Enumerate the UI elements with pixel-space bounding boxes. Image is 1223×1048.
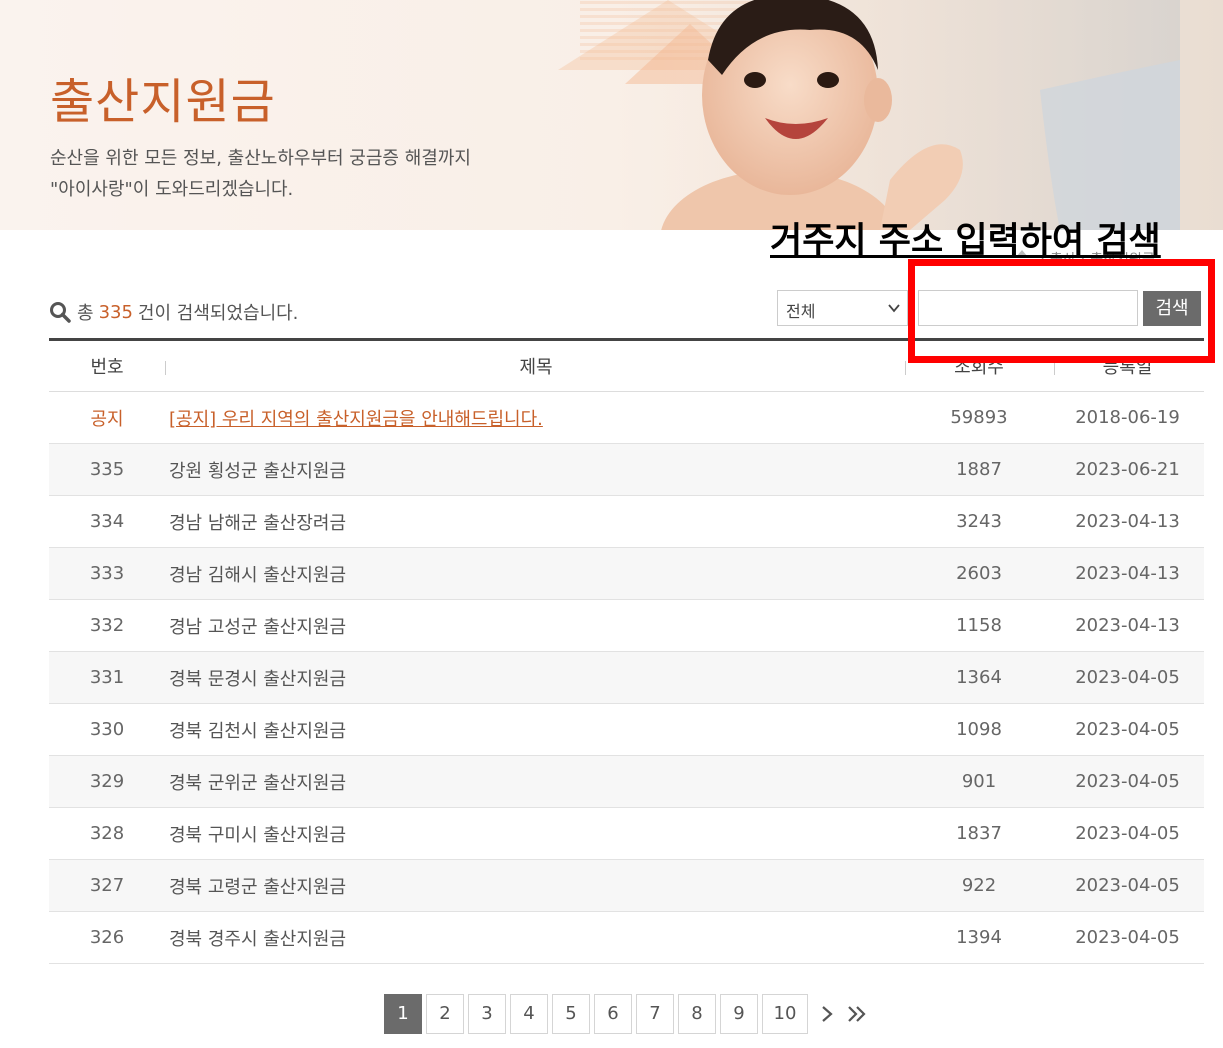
row-title-link[interactable]: 경남 남해군 출산장려금 [165,509,907,535]
table-row[interactable]: 328 경북 구미시 출산지원금 1837 2023-04-05 [49,808,1204,860]
row-date: 2023-04-05 [1075,771,1180,792]
page-button-7[interactable]: 7 [636,994,674,1034]
hero-banner: 출산지원금 순산을 위한 모든 정보, 출산노하우부터 궁금증 해결까지 "아이… [0,0,1223,230]
page-button-8[interactable]: 8 [678,994,716,1034]
row-title-link[interactable]: 경북 김천시 출산지원금 [165,717,907,743]
table-row[interactable]: 334 경남 남해군 출산장려금 3243 2023-04-13 [49,496,1204,548]
page-button-5[interactable]: 5 [552,994,590,1034]
row-hits: 1158 [956,615,1002,636]
row-number: 332 [89,615,125,636]
row-number: 334 [89,511,125,532]
page-button-3[interactable]: 3 [468,994,506,1034]
table-row[interactable]: 332 경남 고성군 출산지원금 1158 2023-04-13 [49,600,1204,652]
annotation-highlight-box [908,259,1215,363]
row-hits: 1364 [956,667,1002,688]
row-number: 330 [89,719,125,740]
search-icon [50,302,71,323]
row-date: 2023-04-05 [1075,875,1180,896]
row-hits: 59893 [950,407,1008,428]
page-title: 출산지원금 [50,74,276,130]
count-number: 335 [98,301,133,323]
chevron-right-icon [822,1006,833,1022]
table-row[interactable]: 327 경북 고령군 출산지원금 922 2023-04-05 [49,860,1204,912]
row-title-link[interactable]: 경남 고성군 출산지원금 [165,613,907,639]
header-title: 제목 [519,357,553,378]
row-number: 333 [89,563,125,584]
row-date: 2023-04-05 [1075,927,1180,948]
header-divider [165,361,166,375]
row-hits: 1098 [956,719,1002,740]
row-hits: 3243 [956,511,1002,532]
header-number: 번호 [90,357,124,378]
row-date: 2023-04-13 [1075,615,1180,636]
row-title-link[interactable]: 경북 문경시 출산지원금 [165,665,907,691]
row-title-link[interactable]: 경북 군위군 출산지원금 [165,769,907,795]
chevron-down-icon [888,304,900,313]
search-scope-value: 전체 [786,302,816,321]
pagination: 1 2 3 4 5 6 7 8 9 10 [384,994,872,1034]
row-hits: 922 [961,875,997,896]
row-number: 331 [89,667,125,688]
header-divider [905,361,906,375]
banner-subtitle-line2: "아이사랑"이 도와드리겠습니다. [50,179,294,200]
row-title-link[interactable]: 강원 횡성군 출산지원금 [165,457,907,483]
row-number: 326 [89,927,125,948]
annotation-label: 거주지 주소 입력하여 검색 [770,221,1161,261]
row-number: 335 [89,459,125,480]
table-row[interactable]: 331 경북 문경시 출산지원금 1364 2023-04-05 [49,652,1204,704]
row-number: 329 [89,771,125,792]
row-number: 327 [89,875,125,896]
page-button-10[interactable]: 10 [762,994,808,1034]
table-row[interactable]: 326 경북 경주시 출산지원금 1394 2023-04-05 [49,912,1204,964]
row-title-link[interactable]: 경북 경주시 출산지원금 [165,925,907,951]
page-button-4[interactable]: 4 [510,994,548,1034]
row-date: 2023-04-13 [1075,563,1180,584]
double-chevron-right-icon [848,1006,866,1022]
next-page-button[interactable] [812,994,842,1034]
count-prefix: 총 [77,303,94,324]
last-page-button[interactable] [842,994,872,1034]
row-date: 2023-04-05 [1075,667,1180,688]
page-button-2[interactable]: 2 [426,994,464,1034]
page-button-1[interactable]: 1 [384,994,422,1034]
row-date: 2023-06-21 [1075,459,1180,480]
row-hits: 1887 [956,459,1002,480]
row-number: 328 [89,823,125,844]
baby-photo [660,0,1180,230]
row-title-link[interactable]: 경북 고령군 출산지원금 [165,873,907,899]
page-button-6[interactable]: 6 [594,994,632,1034]
page-button-9[interactable]: 9 [720,994,758,1034]
row-hits: 2603 [956,563,1002,584]
row-hits: 1837 [956,823,1002,844]
table-row-notice[interactable]: 공지 [공지] 우리 지역의 출산지원금을 안내해드립니다. 59893 201… [49,392,1204,444]
board-table: 번호 제목 조회수 등록일 공지 [공지] 우리 지역의 출산지원금을 안내해드… [49,338,1204,964]
banner-subtitle: 순산을 위한 모든 정보, 출산노하우부터 궁금증 해결까지 "아이사랑"이 도… [50,143,471,205]
count-suffix: 건이 검색되었습니다. [137,303,299,324]
row-hits: 1394 [956,927,1002,948]
row-date: 2023-04-13 [1075,511,1180,532]
row-hits: 901 [961,771,997,792]
row-title-link[interactable]: 경북 구미시 출산지원금 [165,821,907,847]
result-count: 총 335 건이 검색되었습니다. [49,299,298,325]
table-row[interactable]: 335 강원 횡성군 출산지원금 1887 2023-06-21 [49,444,1204,496]
search-scope-select[interactable]: 전체 [777,290,908,326]
banner-subtitle-line1: 순산을 위한 모든 정보, 출산노하우부터 궁금증 해결까지 [50,148,471,169]
header-divider [1054,361,1055,375]
row-title-link[interactable]: [공지] 우리 지역의 출산지원금을 안내해드립니다. [165,405,907,431]
row-title-link[interactable]: 경남 김해시 출산지원금 [165,561,907,587]
row-number: 공지 [90,408,124,430]
row-date: 2023-04-05 [1075,823,1180,844]
row-date: 2023-04-05 [1075,719,1180,740]
row-date: 2018-06-19 [1075,407,1180,428]
table-row[interactable]: 330 경북 김천시 출산지원금 1098 2023-04-05 [49,704,1204,756]
table-row[interactable]: 333 경남 김해시 출산지원금 2603 2023-04-13 [49,548,1204,600]
table-row[interactable]: 329 경북 군위군 출산지원금 901 2023-04-05 [49,756,1204,808]
